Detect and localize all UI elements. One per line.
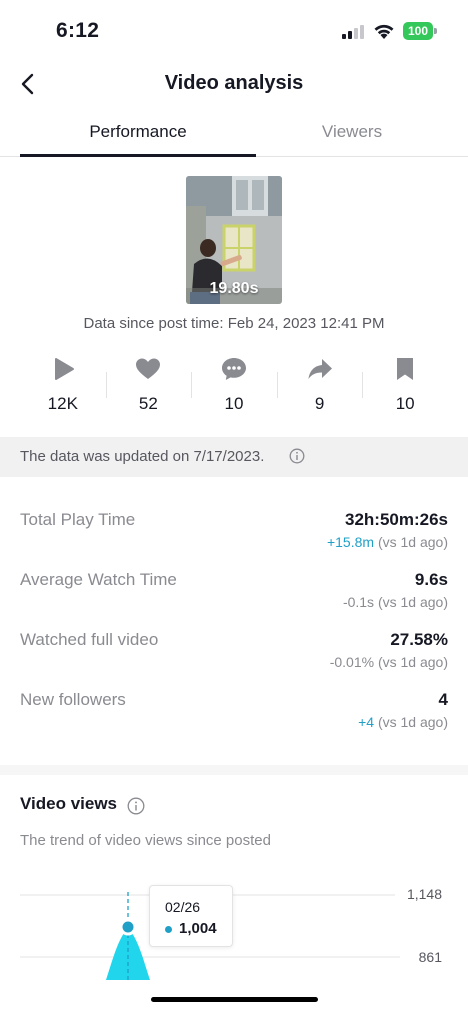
status-bar: 6:12 100	[0, 0, 468, 62]
metric-delta-comparison: (vs 1d ago)	[374, 714, 448, 730]
metric-label: Average Watch Time	[20, 570, 177, 589]
share-icon	[308, 359, 332, 379]
battery-level: 100	[403, 22, 433, 40]
info-icon[interactable]	[127, 797, 145, 815]
wifi-icon	[374, 24, 394, 39]
stat-shares: 9	[276, 352, 363, 422]
engagement-stats: 12K 52 10 9 10	[20, 352, 448, 422]
metric-label: Watched full video	[20, 630, 159, 649]
metric-delta-number: -0.01%	[329, 654, 375, 670]
metric-label: New followers	[20, 690, 126, 709]
tab-bar: Performance Viewers	[0, 112, 468, 157]
stat-shares-value: 9	[314, 394, 325, 413]
tab-viewers[interactable]: Viewers	[256, 122, 448, 142]
stat-saves-value: 10	[395, 394, 415, 413]
bookmark-icon	[397, 358, 414, 380]
metric-label: Total Play Time	[20, 510, 136, 529]
metric-delta: +4 (vs 1d ago)	[358, 714, 448, 730]
video-views-title: Video views	[20, 794, 118, 813]
comment-icon	[221, 358, 246, 380]
page-title: Video analysis	[164, 72, 304, 94]
metric-watched-full-video: Watched full video 27.58% -0.01% (vs 1d …	[20, 630, 448, 686]
metric-average-watch-time: Average Watch Time 9.6s -0.1s (vs 1d ago…	[20, 570, 448, 626]
section-divider	[0, 765, 468, 775]
tooltip-value: 1,004	[179, 920, 217, 937]
metric-value: 27.58%	[390, 630, 448, 649]
heart-icon	[136, 358, 161, 379]
metric-value: 32h:50m:26s	[344, 510, 448, 529]
cellular-signal-icon	[342, 25, 364, 39]
chart-tooltip: 02/26 1,004	[149, 885, 233, 947]
stat-views-value: 12K	[47, 394, 78, 413]
y-tick-label: 1,148	[406, 886, 442, 902]
metric-delta: -0.1s (vs 1d ago)	[343, 594, 448, 610]
metric-delta-comparison: (vs 1d ago)	[374, 654, 448, 670]
update-banner: The data was updated on 7/17/2023.	[0, 437, 468, 477]
metric-delta-comparison: (vs 1d ago)	[374, 594, 448, 610]
stat-comments: 10	[191, 352, 277, 422]
active-tab-indicator	[20, 154, 256, 157]
battery-tip	[434, 28, 437, 34]
metric-new-followers: New followers 4 +4 (vs 1d ago)	[20, 690, 448, 746]
metric-delta-comparison: (vs 1d ago)	[374, 534, 448, 550]
home-indicator[interactable]	[151, 997, 318, 1002]
chart-plot	[20, 892, 400, 980]
video-views-chart[interactable]: 1,148 861	[0, 870, 468, 980]
metric-delta-number: +4	[358, 714, 375, 730]
status-time: 6:12	[56, 19, 100, 42]
video-thumbnail[interactable]: 19.80s	[186, 176, 282, 304]
metric-value: 9.6s	[414, 570, 448, 589]
play-icon	[54, 358, 74, 380]
metric-delta-number: -0.1s	[342, 594, 375, 610]
stat-likes-value: 52	[138, 394, 158, 413]
stat-saves: 10	[362, 352, 448, 422]
stat-comments-value: 10	[224, 394, 244, 413]
info-icon[interactable]	[289, 448, 305, 464]
tooltip-date: 02/26	[165, 899, 201, 915]
stat-views: 12K	[20, 352, 106, 422]
metric-total-play-time: Total Play Time 32h:50m:26s +15.8m (vs 1…	[20, 510, 448, 566]
update-banner-text: The data was updated on 7/17/2023.	[20, 448, 265, 465]
battery-indicator: 100	[403, 22, 437, 40]
tab-performance[interactable]: Performance	[20, 122, 256, 142]
metric-delta: -0.01% (vs 1d ago)	[330, 654, 448, 670]
video-views-subtitle: The trend of video views since posted	[20, 832, 271, 849]
metric-value: 4	[438, 690, 448, 709]
data-since-text: Data since post time: Feb 24, 2023 12:41…	[83, 315, 385, 332]
metric-delta: +15.8m (vs 1d ago)	[327, 534, 448, 550]
stat-likes: 52	[105, 352, 192, 422]
video-duration: 19.80s	[209, 280, 259, 297]
metric-delta-number: +15.8m	[326, 534, 375, 550]
y-tick-label: 861	[418, 949, 442, 965]
nav-bar: Video analysis	[0, 62, 468, 106]
data-point-marker[interactable]	[119, 918, 137, 936]
tooltip-series-dot	[165, 926, 172, 933]
